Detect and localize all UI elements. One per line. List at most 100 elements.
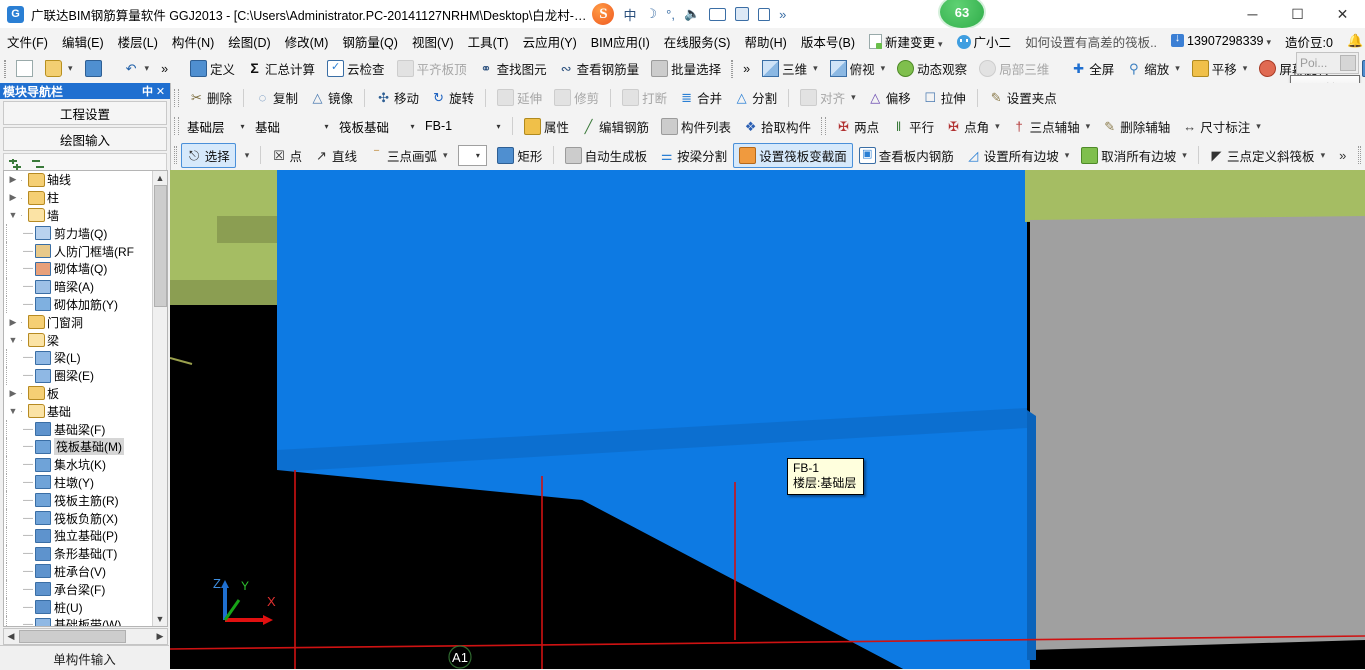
chevron-down-icon[interactable]: ▾ xyxy=(1182,150,1187,161)
tree-horizontal-scrollbar[interactable]: ◀ ▶ xyxy=(3,628,168,645)
chevron-down-icon[interactable]: ▾ xyxy=(1175,63,1180,74)
chevron-down-icon[interactable]: ▾ xyxy=(1256,121,1261,132)
menu-modify[interactable]: 修改(M) xyxy=(278,29,336,54)
pin-icon[interactable]: 中 xyxy=(141,83,154,99)
ime-toolbar[interactable]: S 中 ☽ °, 🔈 » xyxy=(592,3,786,25)
tree-item[interactable]: — 圈梁(E) xyxy=(4,366,152,385)
tree-folder[interactable]: ▼ · 墙 xyxy=(4,207,152,225)
chevron-down-icon[interactable]: ▾ xyxy=(1086,121,1091,132)
tree-item[interactable]: — 柱墩(Y) xyxy=(4,473,152,492)
close-button[interactable]: ✕ xyxy=(1320,0,1365,28)
lock-icon[interactable] xyxy=(758,7,771,21)
chevron-down-icon[interactable]: ▾ xyxy=(406,122,419,131)
top-view-button[interactable]: 俯视 ▾ xyxy=(824,56,892,81)
new-change-button[interactable]: 新建变更 ▾ xyxy=(862,29,950,54)
menu-online-service[interactable]: 在线服务(S) xyxy=(657,29,738,54)
moon-icon[interactable]: ☽ xyxy=(645,6,657,22)
find-element-button[interactable]: ⚭ 查找图元 xyxy=(473,56,553,81)
sogou-logo-icon[interactable]: S xyxy=(592,3,615,25)
chevron-down-icon[interactable]: ▾ xyxy=(851,92,856,103)
chevron-down-icon[interactable]: ▾ xyxy=(938,39,943,49)
chevron-down-icon[interactable]: ▾ xyxy=(813,63,818,74)
toolbar-grip[interactable] xyxy=(4,59,6,78)
toolbar4-overflow[interactable]: » xyxy=(1331,148,1354,163)
view-rebar-button[interactable]: ∾ 查看钢筋量 xyxy=(553,56,646,81)
tree-item[interactable]: — 基础板带(W) xyxy=(4,615,152,626)
extend-button[interactable]: 延伸 xyxy=(491,85,548,110)
maximize-button[interactable]: ☐ xyxy=(1275,0,1320,28)
punctuation-icon[interactable]: °, xyxy=(666,7,675,22)
toolbar1-overflow-left[interactable]: » xyxy=(155,59,174,79)
chevron-down-icon[interactable]: ▾ xyxy=(1321,150,1326,161)
line-tool-button[interactable]: ↗ 直线 xyxy=(308,143,363,168)
two-point-button[interactable]: ✠ 两点 xyxy=(830,114,885,139)
component-name-select[interactable]: FB-1 ▾ xyxy=(421,117,507,136)
chevron-down-icon[interactable]: ▾ xyxy=(320,122,333,131)
scroll-thumb[interactable] xyxy=(154,185,167,307)
tree-item[interactable]: — 剪力墙(Q) xyxy=(4,224,152,243)
chevron-down-icon[interactable]: ▾ xyxy=(68,63,73,74)
auto-slab-button[interactable]: 自动生成板 xyxy=(559,143,654,168)
microphone-icon[interactable]: 🔈 xyxy=(684,6,700,22)
pick-component-button[interactable]: ❖ 拾取构件 xyxy=(737,114,817,139)
drawing-input-button[interactable]: 绘图输入 xyxy=(3,127,167,151)
chevron-down-icon[interactable]: ▾ xyxy=(145,63,150,74)
point-angle-button[interactable]: ✠ 点角 ▾ xyxy=(940,114,1006,139)
menu-component[interactable]: 构件(N) xyxy=(165,29,221,54)
tree-item[interactable]: — 筏板基础(M) xyxy=(4,437,152,456)
menu-draw[interactable]: 绘图(D) xyxy=(221,29,277,54)
toolbar1-overflow-mid[interactable]: » xyxy=(737,59,756,79)
orbit-button[interactable]: 动态观察 xyxy=(891,56,973,81)
toolbar-grip-2[interactable] xyxy=(731,59,734,78)
notification-badge[interactable]: 63 xyxy=(938,0,986,30)
bell-icon[interactable]: 🔔 xyxy=(1340,30,1365,52)
toolbar4-grip[interactable] xyxy=(174,146,177,164)
zoom-button[interactable]: ⚲ 缩放 ▾ xyxy=(1120,56,1186,81)
pan-button[interactable]: 平移 ▾ xyxy=(1186,56,1254,81)
project-settings-button[interactable]: 工程设置 xyxy=(3,101,167,125)
tree-item[interactable]: — 承台梁(F) xyxy=(4,580,152,599)
chevron-down-icon[interactable]: ▾ xyxy=(1065,150,1070,161)
scroll-up-icon[interactable]: ▲ xyxy=(153,171,167,185)
tree-item[interactable]: — 独立基础(P) xyxy=(4,526,152,545)
tree-item[interactable]: — 基础梁(F) xyxy=(4,420,152,439)
summary-calc-button[interactable]: Σ 汇总计算 xyxy=(241,56,321,81)
menu-edit[interactable]: 编辑(E) xyxy=(55,29,111,54)
chevron-down-icon[interactable]: ▾ xyxy=(1267,37,1272,47)
batch-select-button[interactable]: 批量选择 xyxy=(645,56,727,81)
component-list-button[interactable]: 构件列表 xyxy=(655,114,737,139)
cancel-all-slope-button[interactable]: 取消所有边坡 ▾ xyxy=(1075,143,1193,168)
dimension-button[interactable]: ↔ 尺寸标注 ▾ xyxy=(1176,114,1267,139)
tree-expand-icon[interactable]: ▶ xyxy=(6,317,20,328)
fullscreen-button[interactable]: ✚ 全屏 xyxy=(1065,56,1120,81)
offset-button[interactable]: △ 偏移 xyxy=(862,85,917,110)
model-canvas[interactable]: A1 Z Y X FB-1 楼层:基础层 xyxy=(170,170,1365,669)
floor-select[interactable]: 基础层 ▾ xyxy=(183,117,251,136)
view-slab-rebar-button[interactable]: ▣ 查看板内钢筋 xyxy=(853,143,960,168)
align-slab-top-button[interactable]: 平齐板顶 xyxy=(391,56,473,81)
menu-version[interactable]: 版本号(B) xyxy=(794,29,862,54)
select-dropdown[interactable]: ▾ xyxy=(236,147,256,164)
toolbar4-grip-end[interactable] xyxy=(1358,146,1362,164)
toolbox-icon[interactable] xyxy=(735,7,750,21)
tree-item[interactable]: — 砌体墙(Q) xyxy=(4,259,152,278)
move-button[interactable]: ✣ 移动 xyxy=(370,85,425,110)
save-file-button[interactable] xyxy=(79,57,108,80)
tree-item[interactable]: — 人防门框墙(RF xyxy=(4,242,152,261)
guang-xiaoer-button[interactable]: 广小二 xyxy=(950,29,1019,54)
draw-param-combo[interactable]: ▾ xyxy=(457,144,488,166)
property-button[interactable]: 属性 xyxy=(518,114,575,139)
menu-rebar-quantity[interactable]: 钢筋量(Q) xyxy=(335,29,405,54)
tree-item[interactable]: — 集水坑(K) xyxy=(4,455,152,474)
minimize-button[interactable]: ─ xyxy=(1230,0,1275,28)
three-d-view-button[interactable]: 三维 ▾ xyxy=(756,56,824,81)
three-point-arc-button[interactable]: ‾ 三点画弧 ▾ xyxy=(363,143,454,168)
tree-folder[interactable]: ▶ · 板 xyxy=(4,385,152,403)
component-tree[interactable]: ▶ · 轴线 ▶ · 柱 ▼ · 墙 — 剪力墙(Q) — 人防门框墙(RF — 砌体墙(Q) — 暗梁(A) —… xyxy=(3,170,168,627)
tree-folder[interactable]: ▼ · 基础 xyxy=(4,402,152,420)
chevron-down-icon[interactable]: ▾ xyxy=(995,121,1000,132)
tree-collapse-icon[interactable]: ▼ xyxy=(6,210,20,220)
stretch-button[interactable]: ☐ 拉伸 xyxy=(917,85,972,110)
ime-mode-chinese[interactable]: 中 xyxy=(623,5,636,24)
tree-folder[interactable]: ▼ · 梁 xyxy=(4,331,152,349)
